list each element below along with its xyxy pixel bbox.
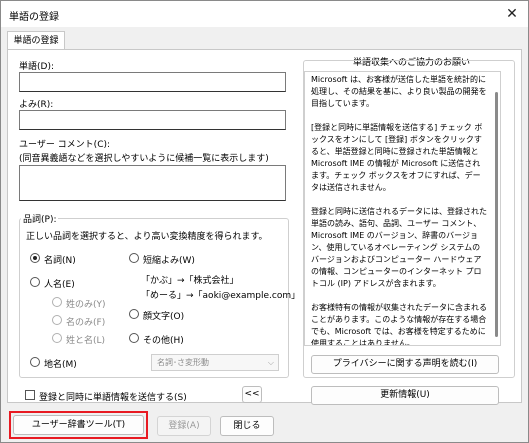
- reading-label: よみ(R):: [19, 100, 54, 110]
- info-scrollbar[interactable]: [495, 92, 498, 337]
- send-info-label: 登録と同時に単語情報を送信する(S): [39, 393, 187, 403]
- radio-given-name[interactable]: [52, 297, 62, 307]
- info-textbox[interactable]: Microsoft は、お客様が送信した単語を統計的に処理し、その結果を基に、よ…: [304, 71, 501, 346]
- radio-face[interactable]: [129, 309, 139, 319]
- radio-other[interactable]: [129, 333, 139, 343]
- comment-input[interactable]: [19, 165, 286, 201]
- highlight-box: [9, 411, 148, 439]
- radio-other-label: その他(H): [143, 336, 184, 346]
- abbrev-example-1: 「かぶ」→「株式会社」: [141, 276, 239, 286]
- word-label: 単語(D):: [19, 62, 54, 72]
- radio-place[interactable]: [30, 357, 40, 367]
- info-paragraph-2: [登録と同時に単語情報を送信する] チェック ボックスをオンにして [登録] ボ…: [311, 123, 483, 192]
- radio-full-name[interactable]: [52, 333, 62, 343]
- info-paragraph-3: 登録と同時に送信されるデータには、登録された単語の読み、語句、品詞、ユーザー コ…: [311, 207, 487, 288]
- comment-hint: (同音異義語などを選択しやすいように候補一覧に表示します): [19, 154, 269, 164]
- radio-family-name[interactable]: [52, 315, 62, 325]
- word-register-dialog: 単語の登録 ✕ 単語の登録 単語(D): よみ(R): ユーザー コメント(C)…: [0, 0, 529, 443]
- radio-noun-label: 名詞(N): [44, 256, 76, 266]
- window-title: 単語の登録: [9, 12, 59, 23]
- abbrev-example-2: 「めーる」→「aoki@example.com」: [141, 291, 301, 301]
- radio-abbrev-label: 短縮よみ(W): [143, 256, 195, 266]
- pos-subtype-select[interactable]: 名詞･さ変形動 ⌵: [151, 354, 279, 371]
- radio-family-name-label: 名のみ(F): [66, 318, 106, 328]
- radio-face-label: 顔文字(O): [143, 312, 185, 322]
- pos-description: 正しい品詞を選択すると、より高い変換精度を得られます。: [26, 232, 268, 242]
- tab-word-register[interactable]: 単語の登録: [7, 31, 65, 50]
- radio-abbrev[interactable]: [129, 253, 139, 263]
- send-info-checkbox[interactable]: [25, 390, 35, 400]
- radio-noun[interactable]: [30, 253, 40, 263]
- comment-label: ユーザー コメント(C):: [19, 140, 111, 150]
- collapse-button[interactable]: <<: [242, 386, 262, 403]
- radio-given-name-label: 姓のみ(Y): [66, 300, 106, 310]
- chevron-down-icon: ⌵: [267, 358, 274, 367]
- radio-person[interactable]: [30, 277, 40, 287]
- privacy-button[interactable]: プライバシーに関する声明を読む(I): [311, 355, 499, 374]
- register-button[interactable]: 登録(A): [157, 416, 211, 436]
- close-button[interactable]: 閉じる: [220, 416, 274, 436]
- radio-place-label: 地名(M): [44, 360, 77, 370]
- pos-subtype-value: 名詞･さ変形動: [157, 358, 209, 367]
- title-bar: 単語の登録 ✕: [1, 1, 528, 27]
- radio-person-label: 人名(E): [44, 280, 75, 290]
- info-paragraph-1: Microsoft は、お客様が送信した単語を統計的に処理し、その結果を基に、よ…: [311, 75, 487, 108]
- info-paragraph-4: お客様特有の情報が収集されたデータに含まれることがあります。このような情報が存在…: [311, 303, 487, 346]
- word-input[interactable]: [19, 72, 286, 92]
- update-info-button[interactable]: 更新情報(U): [311, 386, 499, 405]
- close-icon[interactable]: ✕: [500, 4, 524, 24]
- pos-group-label: 品詞(P):: [21, 212, 59, 225]
- info-text: Microsoft は、お客様が送信した単語を統計的に処理し、その結果を基に、よ…: [311, 74, 487, 346]
- radio-full-name-label: 姓と名(L): [66, 336, 106, 346]
- reading-input[interactable]: [19, 110, 286, 130]
